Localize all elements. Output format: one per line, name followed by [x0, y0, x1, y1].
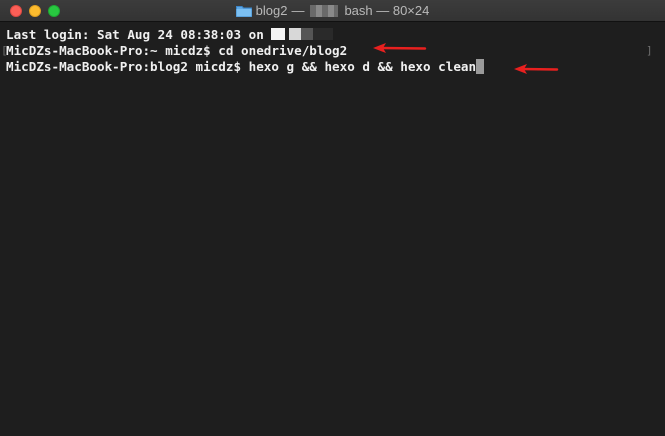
red-arrow-icon	[514, 64, 559, 74]
title-rest: bash — 80×24	[344, 3, 430, 18]
title-bar[interactable]: blog2 — bash — 80×24	[0, 0, 665, 22]
mark-bracket-right: ]	[646, 44, 653, 57]
terminal-content[interactable]: Last login: Sat Aug 24 08:38:03 on [MicD…	[0, 22, 665, 436]
terminal-window: blog2 — bash — 80×24 Last login: Sat Aug…	[0, 0, 665, 436]
last-login-text: Last login: Sat Aug 24 08:38:03 on	[6, 27, 272, 42]
terminal-line-2: [MicDZs-MacBook-Pro:~ micdz$ cd onedrive…	[1, 43, 665, 59]
terminal-line-1: Last login: Sat Aug 24 08:38:03 on	[6, 27, 665, 43]
window-title: blog2 — bash — 80×24	[0, 3, 665, 20]
redacted-area	[310, 4, 339, 17]
mark-bracket-left: [	[1, 44, 8, 57]
redacted-tty	[271, 28, 334, 40]
title-separator: —	[291, 3, 305, 18]
red-arrow-icon	[373, 43, 427, 53]
command-cd: MicDZs-MacBook-Pro:~ micdz$ cd onedrive/…	[6, 43, 348, 58]
command-hexo: MicDZs-MacBook-Pro:blog2 micdz$ hexo g &…	[6, 59, 477, 74]
text-cursor	[476, 59, 485, 74]
title-folder-name: blog2	[255, 3, 288, 18]
folder-icon	[235, 5, 252, 17]
